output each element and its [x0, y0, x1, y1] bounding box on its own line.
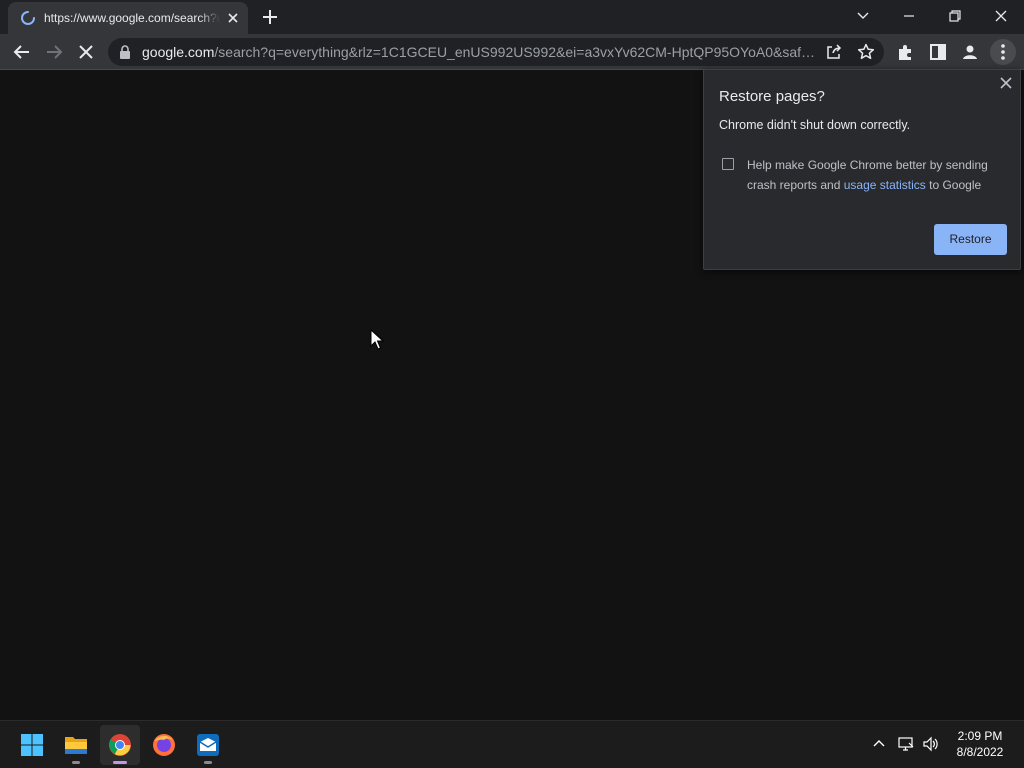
- restore-icon[interactable]: [940, 4, 970, 28]
- active-indicator: [113, 761, 127, 764]
- usage-statistics-link[interactable]: usage statistics: [844, 178, 926, 192]
- browser-tab[interactable]: https://www.google.com/search?q=everythi…: [8, 2, 248, 34]
- star-icon[interactable]: [856, 42, 876, 62]
- firefox-icon: [153, 734, 175, 756]
- help-text-suffix: to Google: [929, 178, 982, 192]
- folder-icon: [65, 737, 87, 754]
- tab-title: https://www.google.com/search?q=everythi…: [44, 11, 220, 25]
- running-indicator: [204, 761, 212, 764]
- speaker-icon[interactable]: [922, 735, 940, 753]
- network-icon[interactable]: [897, 735, 915, 753]
- system-clock[interactable]: 2:09 PM 8/8/2022: [944, 728, 1016, 760]
- back-arrow-icon[interactable]: [10, 40, 34, 64]
- clock-date: 8/8/2022: [956, 745, 1004, 759]
- running-indicator: [72, 761, 80, 764]
- stop-loading-icon[interactable]: [74, 40, 98, 64]
- address-bar[interactable]: google.com/search?q=everything&rlz=1C1GC…: [108, 38, 884, 66]
- dialog-message: Chrome didn't shut down correctly.: [719, 118, 911, 132]
- firefox-button[interactable]: [144, 725, 184, 765]
- crash-report-label: Help make Google Chrome better by sendin…: [747, 155, 1009, 195]
- puzzle-icon[interactable]: [894, 40, 918, 64]
- mail-button[interactable]: [188, 725, 228, 765]
- mail-icon: [197, 734, 219, 756]
- windows-start-icon: [21, 734, 43, 756]
- share-icon[interactable]: [824, 42, 844, 62]
- chrome-button[interactable]: [100, 725, 140, 765]
- clock-time: 2:09 PM: [957, 729, 1003, 743]
- restore-pages-dialog: Restore pages? Chrome didn't shut down c…: [703, 69, 1021, 270]
- tab-strip: https://www.google.com/search?q=everythi…: [0, 0, 1024, 34]
- url-host: google.com: [142, 44, 215, 60]
- browser-toolbar: google.com/search?q=everything&rlz=1C1GC…: [0, 34, 1024, 70]
- loading-spinner-icon: [21, 11, 35, 25]
- profile-icon[interactable]: [958, 40, 982, 64]
- url-path: /search?q=everything&rlz=1C1GCEU_enUS992…: [214, 44, 818, 60]
- crash-report-checkbox[interactable]: [722, 158, 734, 170]
- mouse-pointer-icon: [370, 329, 384, 350]
- close-icon[interactable]: [998, 75, 1014, 91]
- restore-button[interactable]: Restore: [934, 224, 1007, 255]
- taskbar: 2:09 PM 8/8/2022: [0, 720, 1024, 768]
- forward-arrow-icon[interactable]: [42, 40, 66, 64]
- close-icon[interactable]: [986, 4, 1016, 28]
- lock-icon[interactable]: [118, 44, 132, 60]
- chrome-icon: [109, 734, 131, 756]
- chevron-down-icon[interactable]: [848, 4, 878, 28]
- plus-icon[interactable]: [259, 6, 281, 28]
- chevron-up-icon[interactable]: [870, 735, 888, 753]
- kebab-menu-icon[interactable]: [990, 39, 1016, 65]
- url-text[interactable]: google.com/search?q=everything&rlz=1C1GC…: [142, 44, 818, 60]
- start-button[interactable]: [12, 725, 52, 765]
- close-icon[interactable]: [224, 9, 242, 27]
- minimize-icon[interactable]: [894, 4, 924, 28]
- file-explorer-button[interactable]: [56, 725, 96, 765]
- side-panel-icon[interactable]: [926, 40, 950, 64]
- dialog-title: Restore pages?: [719, 88, 825, 105]
